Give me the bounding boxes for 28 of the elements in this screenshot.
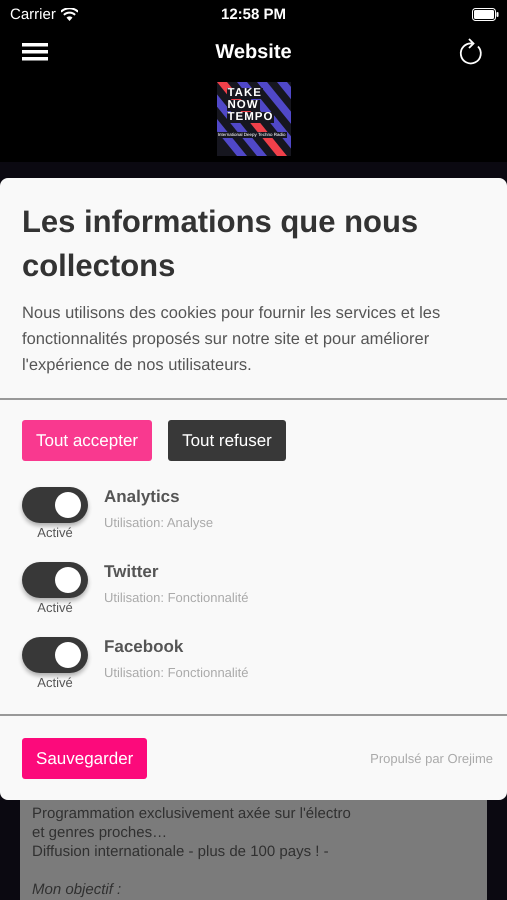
battery-icon <box>472 8 499 20</box>
purpose-usage: Utilisation: Analyse <box>104 515 214 530</box>
dialog-description: Nous utilisons des cookies pour fournir les services et les fonctionnalités proposés sur notre site et pour améliorer l'expérience de nos utilisateurs. <box>22 303 442 376</box>
content-text: Mon objectif : <box>32 880 122 899</box>
accept-all-button[interactable]: Tout accepter <box>22 420 152 461</box>
purpose-usage: Utilisation: Fonctionnalité <box>104 590 249 605</box>
save-button[interactable]: Sauvegarder <box>22 738 148 779</box>
purpose-name: Twitter <box>104 562 160 582</box>
consent-toggle[interactable] <box>22 487 88 523</box>
toggle-state-label: Activé <box>37 600 73 615</box>
content-text: Diffusion internationale - plus de 100 pays ! - <box>32 842 330 861</box>
toggle-state-label: Activé <box>37 525 73 540</box>
menu-icon[interactable] <box>22 43 48 61</box>
toggle-state-label: Activé <box>37 675 73 690</box>
wifi-icon <box>60 8 78 20</box>
purpose-usage: Utilisation: Fonctionnalité <box>104 665 249 680</box>
dialog-title: Les informations que nous collectons <box>22 203 420 285</box>
page-title: Website <box>215 40 292 64</box>
purpose-name: Analytics <box>104 487 181 507</box>
content-text: et genres proches… <box>32 823 168 842</box>
decline-all-button[interactable]: Tout refuser <box>168 420 286 461</box>
clock-time: 12:58 PM <box>220 6 286 22</box>
carrier-label: Carrier <box>10 6 56 22</box>
purpose-name: Facebook <box>104 637 184 657</box>
content-text: Programmation exclusivement axée sur l'électro <box>32 804 352 823</box>
powered-by-text: Propulsé par Orejime <box>370 751 493 766</box>
consent-toggle[interactable] <box>22 637 88 673</box>
consent-toggle[interactable] <box>22 562 88 598</box>
